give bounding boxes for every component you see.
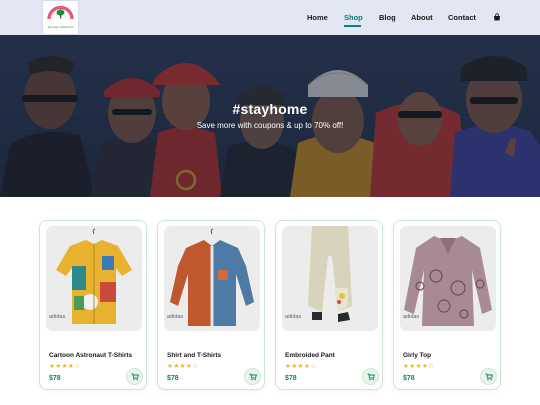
add-to-cart-button[interactable] [126, 368, 143, 385]
product-brand: adidas [403, 314, 420, 320]
product-card[interactable]: adidas Cartoon Astronaut T-Shirts ★★★★☆ … [39, 220, 147, 390]
nav-active-underline [344, 25, 361, 27]
rating-stars: ★★★★☆ [403, 363, 435, 370]
rating-stars: ★★★★☆ [49, 363, 81, 370]
product-card[interactable]: adidas Girly Top ★★★★☆ $78 [393, 220, 501, 390]
product-card[interactable]: adidas Embroided Pant ★★★★☆ $78 [275, 220, 383, 390]
rating-stars: ★★★★☆ [285, 363, 317, 370]
product-price: $78 [49, 375, 61, 382]
product-card[interactable]: adidas Shirt and T-Shirts ★★★★☆ $78 [157, 220, 265, 390]
product-name: Cartoon Astronaut T-Shirts [49, 352, 133, 359]
nav-home[interactable]: Home [307, 13, 328, 22]
product-name: Shirt and T-Shirts [167, 352, 222, 359]
product-name: Girly Top [403, 352, 432, 359]
add-to-cart-button[interactable] [362, 368, 379, 385]
cart-icon [131, 373, 139, 380]
cart-icon [367, 373, 375, 380]
logo-tagline: Quality Attitudes [47, 25, 74, 29]
product-brand: adidas [49, 314, 66, 320]
add-to-cart-button[interactable] [480, 368, 497, 385]
nav-about[interactable]: About [411, 13, 433, 22]
store-logo[interactable]: Quality Attitudes [43, 1, 78, 34]
product-price: $78 [167, 375, 179, 382]
cart-icon [249, 373, 257, 380]
nav-blog[interactable]: Blog [379, 13, 396, 22]
logo-tree-icon [56, 9, 65, 19]
product-price: $78 [285, 375, 297, 382]
rating-stars: ★★★★☆ [167, 363, 199, 370]
hero-banner: #stayhome Save more with coupons & up to… [0, 35, 540, 197]
hero-subtitle: Save more with coupons & up to 70% off! [196, 121, 344, 130]
nav-shop[interactable]: Shop [344, 13, 363, 22]
site-header: Quality Attitudes Home Shop Blog About C… [0, 0, 540, 35]
shopping-bag-icon[interactable] [493, 13, 501, 21]
product-price: $78 [403, 375, 415, 382]
product-brand: adidas [285, 314, 302, 320]
add-to-cart-button[interactable] [244, 368, 261, 385]
hero-title: #stayhome [232, 101, 308, 117]
nav-contact[interactable]: Contact [448, 13, 476, 22]
product-name: Embroided Pant [285, 352, 335, 359]
product-brand: adidas [167, 314, 184, 320]
cart-icon [485, 373, 493, 380]
